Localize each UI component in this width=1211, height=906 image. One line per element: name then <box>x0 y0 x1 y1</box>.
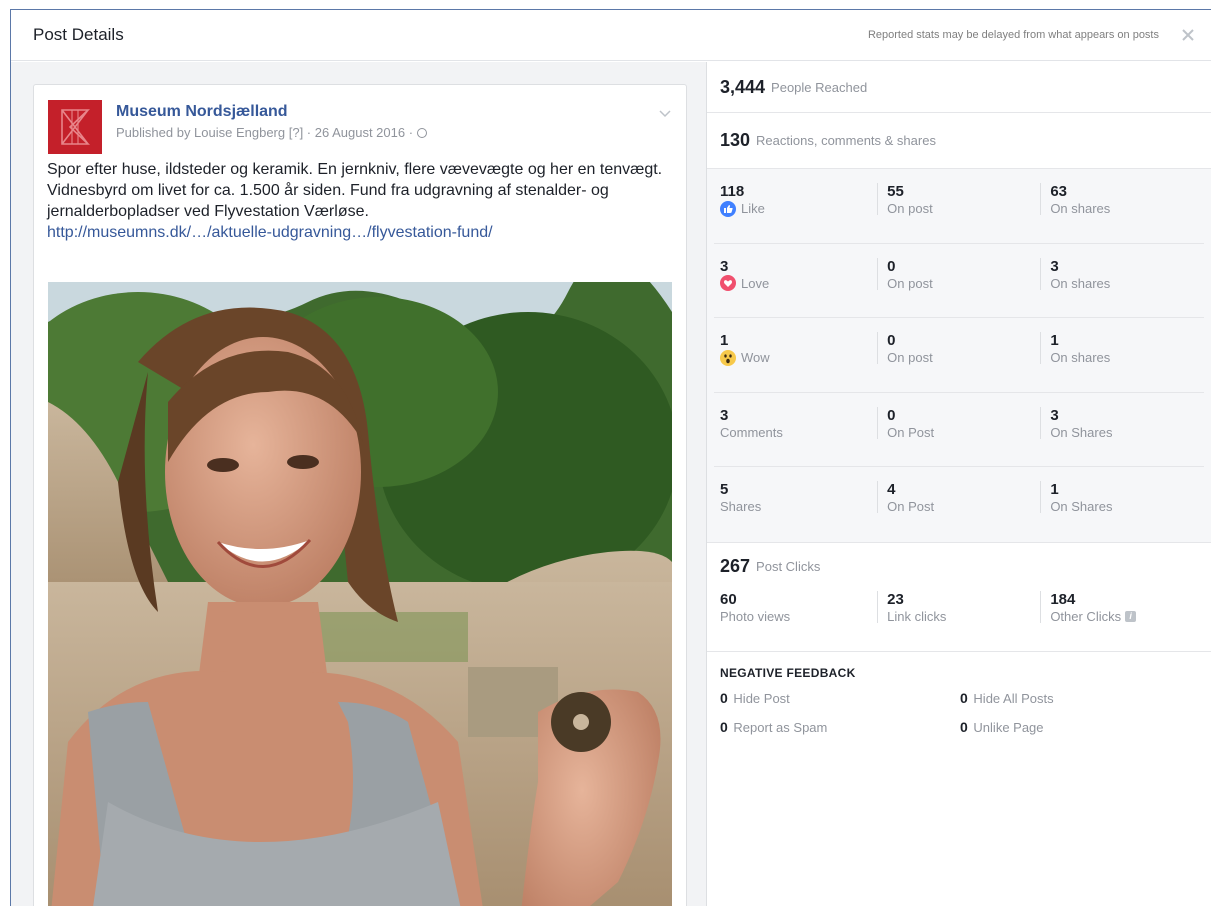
love-post-label: On post <box>887 275 933 291</box>
like-post-label: On post <box>887 201 933 216</box>
post-photo[interactable] <box>48 282 672 906</box>
page-logo[interactable] <box>48 100 102 154</box>
reach-value: 3,444 <box>720 76 766 97</box>
wow-total: 1 <box>720 332 729 349</box>
comments-post: 0 <box>887 406 896 424</box>
unlike-page-stat: 0 Unlike Page <box>960 719 1160 735</box>
delay-note: Reported stats may be delayed from what … <box>867 29 1159 41</box>
page-name-link[interactable]: Museum Nordsjælland <box>116 102 658 122</box>
other-clicks-value: 184 <box>1050 590 1076 608</box>
wow-label: Wow <box>741 350 770 365</box>
stat-row-like: 118 Like 55 On post 63 On shares <box>714 169 1204 244</box>
like-post: 55 <box>887 183 904 200</box>
post-clicks-section: 267 Post Clicks 60 Photo views 23 Link c… <box>707 543 1211 652</box>
published-line: Published by Louise Engberg [?] · 26 Aug… <box>116 125 658 140</box>
post-details-dialog: Post Details Reported stats may be delay… <box>10 9 1211 906</box>
comments-label: Comments <box>720 424 783 440</box>
like-total: 118 <box>720 183 745 200</box>
comments-shares: 3 <box>1050 406 1059 424</box>
close-icon[interactable] <box>1181 28 1195 42</box>
post-clicks-value: 267 <box>720 555 751 576</box>
love-post: 0 <box>887 257 896 275</box>
love-shares-label: On shares <box>1050 275 1111 291</box>
chevron-down-icon[interactable] <box>658 106 672 118</box>
link-clicks-value: 23 <box>887 590 904 608</box>
post-body: Spor efter huse, ildsteder og keramik. E… <box>34 159 686 243</box>
reach-row: 3,444 People Reached <box>707 62 1211 113</box>
reaction-stats: 118 Like 55 On post 63 On shares 3 Love … <box>707 169 1211 543</box>
hide-all-posts-value: 0 <box>960 689 968 706</box>
hide-post-stat: 0 Hide Post <box>720 690 960 706</box>
stat-row-wow: 1 Wow 0 On post 1 On shares <box>714 318 1204 393</box>
other-clicks-label: Other Clicks <box>1050 608 1122 624</box>
shares-total: 5 <box>720 481 729 498</box>
hide-all-posts-label: Hide All Posts <box>973 690 1054 706</box>
engagement-row: 130 Reactions, comments & shares <box>707 113 1211 169</box>
hide-post-value: 0 <box>720 689 728 706</box>
dialog-title: Post Details <box>33 25 124 44</box>
post-preview-pane: Museum Nordsjælland Published by Louise … <box>11 62 707 906</box>
reach-label: People Reached <box>771 79 868 95</box>
hide-post-label: Hide Post <box>733 690 790 706</box>
stat-row-comments: 3 Comments 0 On Post 3 On Shares <box>714 393 1204 467</box>
wow-post-label: On post <box>887 350 933 365</box>
negative-feedback-title: NEGATIVE FEEDBACK <box>720 665 856 680</box>
like-shares-label: On shares <box>1050 201 1111 216</box>
love-shares: 3 <box>1050 257 1059 275</box>
photo-views-label: Photo views <box>720 608 791 624</box>
post-link[interactable]: http://museumns.dk/…/aktuelle-udgravning… <box>47 222 673 243</box>
comments-total: 3 <box>720 406 729 424</box>
like-label: Like <box>741 201 765 216</box>
post-clicks-label: Post Clicks <box>756 558 821 574</box>
report-spam-value: 0 <box>720 718 728 735</box>
dialog-header: Post Details Reported stats may be delay… <box>11 10 1211 61</box>
link-clicks-label: Link clicks <box>887 608 947 624</box>
comments-post-label: On Post <box>887 424 935 440</box>
love-total: 3 <box>720 257 729 275</box>
engagement-value: 130 <box>720 130 751 150</box>
published-text: Published by Louise Engberg [?] · 26 Aug… <box>116 125 417 140</box>
wow-shares-label: On shares <box>1050 350 1111 365</box>
love-label: Love <box>741 275 770 291</box>
shares-label: Shares <box>720 499 762 514</box>
love-icon <box>720 275 736 291</box>
stat-row-shares: 5 Shares 4 On Post 1 On Shares <box>714 467 1204 542</box>
wow-icon <box>720 349 736 366</box>
shares-post-label: On Post <box>887 499 935 514</box>
hide-all-posts-stat: 0 Hide All Posts <box>960 690 1160 706</box>
info-icon[interactable]: i <box>1125 610 1137 622</box>
wow-shares: 1 <box>1050 332 1059 349</box>
shares-shares-label: On Shares <box>1050 499 1113 514</box>
post-card: Museum Nordsjælland Published by Louise … <box>33 84 687 906</box>
report-spam-stat: 0 Report as Spam <box>720 719 960 735</box>
like-icon <box>720 200 736 217</box>
shares-post: 4 <box>887 481 896 498</box>
post-text: Spor efter huse, ildsteder og keramik. E… <box>47 161 663 220</box>
unlike-page-label: Unlike Page <box>973 719 1044 735</box>
engagement-label: Reactions, comments & shares <box>756 133 936 148</box>
comments-shares-label: On Shares <box>1050 424 1113 440</box>
insights-pane: 3,444 People Reached 130 Reactions, comm… <box>707 62 1211 906</box>
shares-shares: 1 <box>1050 481 1059 498</box>
photo-views-value: 60 <box>720 590 737 608</box>
negative-feedback-section: NEGATIVE FEEDBACK 0 Hide Post 0 Hide All… <box>707 652 1211 735</box>
stat-row-love: 3 Love 0 On post 3 On shares <box>714 244 1204 318</box>
unlike-page-value: 0 <box>960 718 968 735</box>
globe-icon <box>416 128 427 138</box>
report-spam-label: Report as Spam <box>733 719 828 735</box>
like-shares: 63 <box>1050 183 1067 200</box>
wow-post: 0 <box>887 332 896 349</box>
